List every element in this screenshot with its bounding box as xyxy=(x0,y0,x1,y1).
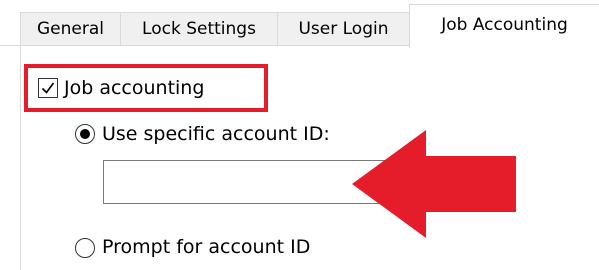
tab-general[interactable]: General xyxy=(20,12,121,46)
tab-strip-divider xyxy=(0,45,409,46)
prompt-for-account-radio[interactable] xyxy=(75,238,95,258)
panel-left-border xyxy=(20,46,21,270)
radio-selected-dot xyxy=(80,129,90,139)
use-specific-account-radio[interactable] xyxy=(75,124,95,144)
tab-user-login[interactable]: User Login xyxy=(277,12,410,46)
job-accounting-label: Job accounting xyxy=(64,77,205,99)
left-arrow-icon xyxy=(352,130,516,238)
checkmark-icon xyxy=(41,82,55,94)
use-specific-account-label: Use specific account ID: xyxy=(102,123,330,145)
tab-lock-settings[interactable]: Lock Settings xyxy=(120,12,278,46)
prompt-for-account-label: Prompt for account ID xyxy=(102,236,311,258)
tab-strip: General Lock Settings User Login Job Acc… xyxy=(0,0,599,50)
job-accounting-checkbox[interactable] xyxy=(38,78,58,98)
tab-job-accounting[interactable]: Job Accounting xyxy=(409,4,599,48)
